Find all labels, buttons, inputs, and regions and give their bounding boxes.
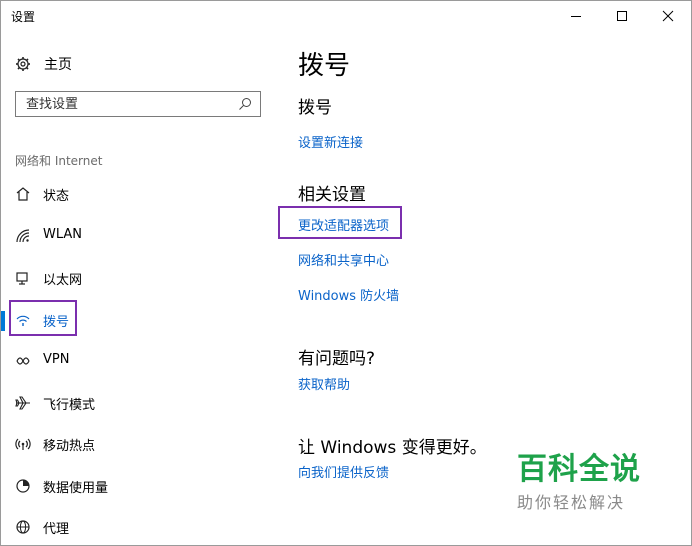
sidebar-item-airplane-mode[interactable]: 飞行模式 (1, 386, 279, 420)
sidebar-item-ethernet[interactable]: 以太网 (1, 261, 279, 295)
sidebar-item-vpn[interactable]: VPN (1, 344, 279, 378)
sidebar-item-label: 移动热点 (43, 439, 96, 454)
search-box[interactable] (15, 91, 261, 117)
sidebar-item-label: 数据使用量 (43, 481, 109, 496)
maximize-button[interactable] (599, 1, 645, 31)
sidebar-item-label: WLAN (43, 227, 83, 242)
home-status-icon (16, 187, 30, 201)
page-title: 拨号 (298, 51, 351, 81)
selection-indicator (1, 311, 5, 331)
sidebar-item-label: 飞行模式 (43, 398, 96, 413)
search-input[interactable] (26, 96, 226, 112)
sidebar: 主页 网络和 Internet 状态 WLAN (1, 31, 279, 545)
sidebar-item-label: 以太网 (43, 273, 83, 288)
title-bar[interactable]: 设置 (1, 1, 691, 31)
hotspot-icon (15, 438, 31, 450)
question-heading: 有问题吗? (298, 349, 376, 369)
wifi-icon (16, 229, 30, 243)
globe-icon (16, 520, 30, 534)
sidebar-item-dialup[interactable]: 拨号 (1, 300, 279, 337)
maximize-icon (617, 11, 627, 21)
give-feedback-link[interactable]: 向我们提供反馈 (298, 462, 389, 481)
sidebar-item-proxy[interactable]: 代理 (1, 510, 279, 544)
sidebar-item-label: 拨号 (43, 315, 70, 330)
home-nav-item[interactable]: 主页 (15, 53, 72, 75)
dialup-icon (16, 315, 30, 326)
vpn-icon (16, 357, 30, 365)
data-usage-icon (16, 479, 30, 493)
network-sharing-center-link[interactable]: 网络和共享中心 (298, 250, 389, 269)
sidebar-item-data-usage[interactable]: 数据使用量 (1, 469, 279, 503)
sidebar-item-hotspot[interactable]: 移动热点 (1, 427, 279, 461)
airplane-icon (15, 396, 30, 410)
sidebar-item-wlan[interactable]: WLAN (1, 219, 279, 253)
sidebar-item-status[interactable]: 状态 (1, 177, 279, 211)
close-button[interactable] (645, 1, 691, 31)
ethernet-icon (16, 272, 28, 285)
feedback-heading: 让 Windows 变得更好。 (298, 438, 487, 458)
change-adapter-options-link[interactable]: 更改适配器选项 (298, 215, 389, 234)
setup-new-connection-link[interactable]: 设置新连接 (298, 132, 363, 151)
section-title: 网络和 Internet (15, 154, 103, 168)
minimize-button[interactable] (553, 1, 599, 31)
search-icon[interactable] (238, 97, 252, 111)
sidebar-item-label: VPN (43, 352, 70, 367)
minimize-icon (571, 16, 581, 17)
sidebar-item-label: 代理 (43, 522, 70, 537)
watermark-title: 百科全说 (517, 452, 641, 487)
related-settings-heading: 相关设置 (298, 185, 366, 205)
change-adapter-options-wrapper: 更改适配器选项 (278, 206, 418, 239)
dialup-heading: 拨号 (298, 98, 332, 118)
get-help-link[interactable]: 获取帮助 (298, 374, 350, 393)
sidebar-item-label: 状态 (43, 189, 70, 204)
windows-firewall-link[interactable]: Windows 防火墙 (298, 285, 399, 304)
gear-icon (16, 57, 30, 71)
close-icon (662, 10, 674, 22)
settings-window: 设置 主页 查找设置 网络和 Internet 状态 WLAN 以太网 拨号 V… (0, 0, 692, 546)
window-title: 设置 (11, 10, 36, 24)
watermark: 百科全说 助你轻松解决 (517, 453, 657, 513)
watermark-subtitle: 助你轻松解决 (517, 493, 626, 512)
home-label: 主页 (44, 57, 72, 73)
